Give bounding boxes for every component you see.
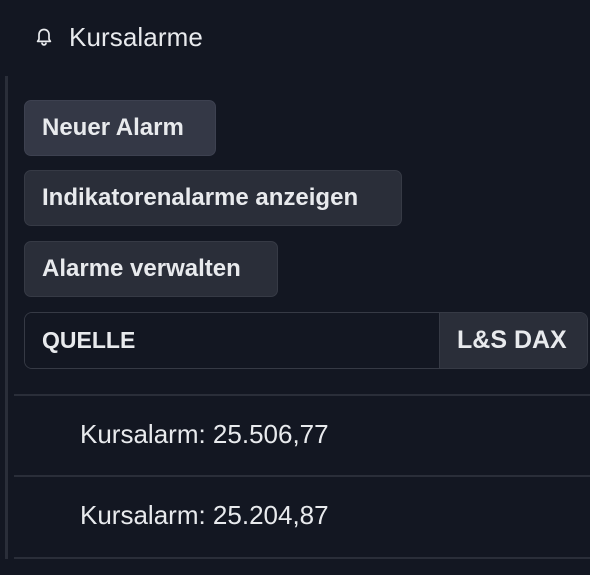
source-selector[interactable]: QUELLE L&S DAX bbox=[24, 312, 588, 369]
alert-list-item[interactable]: Kursalarm: 25.204,87 bbox=[14, 477, 590, 555]
manage-alarms-button[interactable]: Alarme verwalten bbox=[24, 241, 278, 297]
new-alarm-button[interactable]: Neuer Alarm bbox=[24, 100, 216, 156]
bell-icon bbox=[34, 27, 54, 47]
alert-label: Kursalarm: 25.204,87 bbox=[80, 500, 329, 530]
panel-title: Kursalarme bbox=[69, 22, 203, 52]
alert-list-item[interactable]: Kursalarm: 25.506,77 bbox=[14, 396, 590, 474]
panel-header: Kursalarme bbox=[0, 0, 590, 76]
price-alerts-panel: Kursalarme Neuer Alarm Indikatorenalarme… bbox=[0, 0, 590, 575]
alert-label: Kursalarm: 25.506,77 bbox=[80, 419, 329, 449]
list-divider bbox=[14, 557, 590, 559]
source-label: QUELLE bbox=[25, 313, 440, 368]
show-indicator-alarms-button[interactable]: Indikatorenalarme anzeigen bbox=[24, 170, 402, 226]
source-value[interactable]: L&S DAX bbox=[440, 313, 587, 368]
left-rail-divider bbox=[5, 76, 8, 559]
